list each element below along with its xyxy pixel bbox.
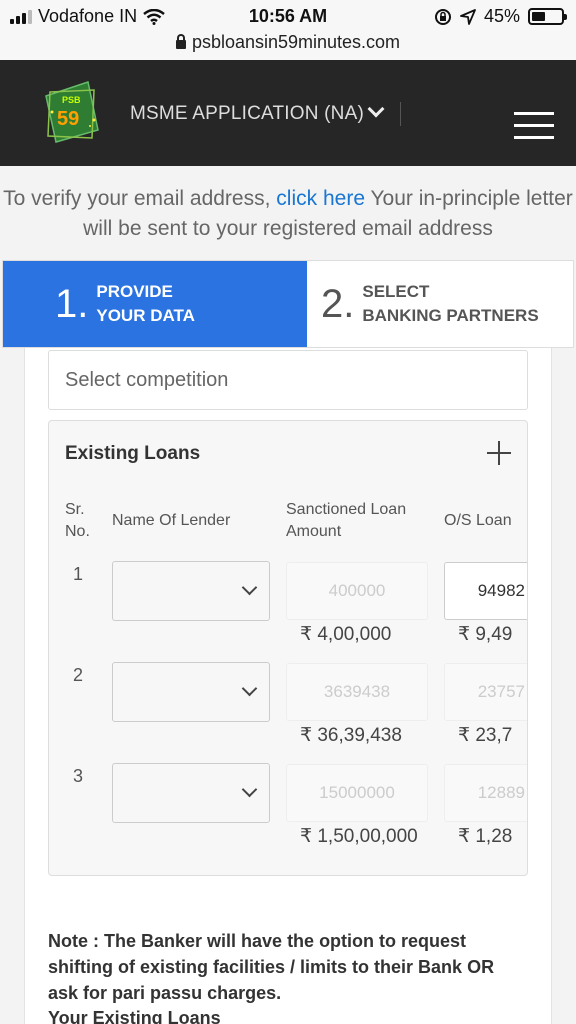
- chevron-down-icon: [241, 680, 258, 697]
- os-loan-input[interactable]: 94982: [444, 562, 527, 620]
- header-divider: [400, 102, 401, 126]
- step-label-line1: PROVIDE: [96, 282, 173, 301]
- sanctioned-amount-formatted: ₹ 4,00,000: [300, 624, 392, 645]
- logo-psb-text: PSB: [62, 95, 81, 105]
- logo-59-text: 59: [57, 108, 79, 130]
- chevron-down-icon: [241, 579, 258, 596]
- chevron-down-icon: [241, 781, 258, 798]
- header-os-loan: O/S Loan: [444, 512, 512, 529]
- psb-logo[interactable]: PSB 59: [42, 80, 102, 144]
- os-loan-input[interactable]: 23757: [444, 663, 527, 721]
- lender-select[interactable]: [112, 561, 270, 621]
- os-loan-formatted: ₹ 1,28: [458, 826, 513, 847]
- existing-loans-panel: Existing Loans Sr. No. Name Of Lender Sa…: [48, 420, 528, 876]
- add-loan-icon[interactable]: [487, 441, 511, 465]
- sanctioned-amount-formatted: ₹ 36,39,438: [300, 725, 402, 746]
- os-loan-formatted: ₹ 9,49: [458, 624, 513, 645]
- sanctioned-amount-formatted: ₹ 1,50,00,000: [300, 826, 418, 847]
- status-bar: Vodafone IN 10:56 AM 45%: [0, 0, 576, 32]
- select-competition-field[interactable]: Select competition: [48, 350, 528, 410]
- battery-percent: 45%: [483, 6, 520, 26]
- step-number: 2.: [321, 281, 355, 326]
- your-existing-loans-heading: Your Existing Loans: [48, 1008, 221, 1024]
- sanctioned-amount-input[interactable]: 15000000: [286, 764, 428, 822]
- step-tabs: 1. PROVIDE YOUR DATA 2. SELECT BANKING P…: [2, 260, 574, 348]
- verify-email-message: To verify your email address, click here…: [3, 187, 573, 240]
- banker-note: Note : The Banker will have the option t…: [48, 931, 495, 1003]
- url-text: psbloansin59minutes.com: [191, 32, 401, 52]
- header-sr-no: Sr. No.: [65, 501, 90, 540]
- step-label-line2: YOUR DATA: [96, 306, 195, 325]
- step-number: 1.: [55, 281, 89, 326]
- sanctioned-amount-input[interactable]: 3639438: [286, 663, 428, 721]
- sanctioned-amount-input[interactable]: 400000: [286, 562, 428, 620]
- header-lender: Name Of Lender: [112, 512, 231, 529]
- row-sr-no: 1: [73, 564, 84, 584]
- step-label-line1: SELECT: [362, 282, 430, 301]
- step-select-partners[interactable]: 2. SELECT BANKING PARTNERS: [307, 261, 573, 347]
- location-arrow-icon: [460, 8, 476, 25]
- app-header: PSB 59 MSME APPLICATION (NA): [0, 60, 576, 166]
- os-loan-formatted: ₹ 23,7: [458, 725, 513, 746]
- status-right: 45%: [434, 6, 567, 27]
- hamburger-icon: [514, 112, 554, 115]
- step-label-line2: BANKING PARTNERS: [362, 306, 539, 325]
- hamburger-bar: [514, 124, 554, 127]
- verify-email-link[interactable]: click here: [276, 187, 365, 210]
- url-bar[interactable]: psbloansin59minutes.com: [0, 32, 576, 60]
- application-selector[interactable]: MSME APPLICATION (NA): [130, 100, 385, 125]
- os-loan-input[interactable]: 12889: [444, 764, 527, 822]
- rotation-lock-icon: [434, 8, 451, 25]
- existing-loans-title: Existing Loans: [65, 443, 201, 464]
- chevron-down-icon: [367, 100, 385, 118]
- menu-button[interactable]: [514, 112, 554, 140]
- lender-select[interactable]: [112, 763, 270, 823]
- battery-icon: [528, 8, 567, 25]
- application-title: MSME APPLICATION (NA): [130, 103, 364, 124]
- hamburger-bar: [514, 136, 554, 139]
- row-sr-no: 2: [73, 665, 84, 685]
- row-sr-no: 3: [73, 766, 84, 786]
- select-competition-placeholder: Select competition: [65, 369, 229, 391]
- header-sanctioned: Sanctioned Loan Amount: [286, 501, 407, 540]
- lender-select[interactable]: [112, 662, 270, 722]
- step-provide-data[interactable]: 1. PROVIDE YOUR DATA: [3, 261, 307, 347]
- lock-icon: [175, 34, 186, 49]
